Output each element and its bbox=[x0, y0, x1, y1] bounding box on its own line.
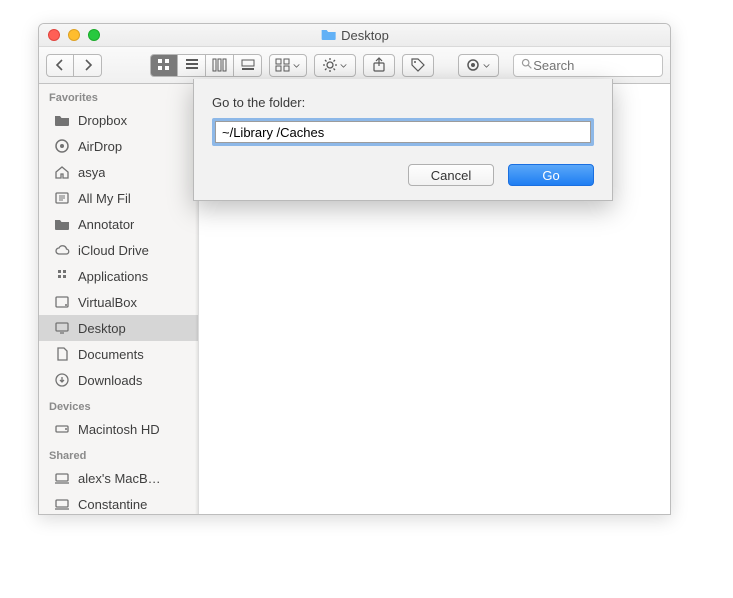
sidebar-item-label: Downloads bbox=[78, 373, 142, 388]
sidebar-item-virtualbox[interactable]: VirtualBox bbox=[39, 289, 198, 315]
section-header-devices: Devices bbox=[39, 393, 198, 416]
forward-button[interactable] bbox=[74, 54, 102, 77]
sidebar-item-allmyfiles[interactable]: All My Fil bbox=[39, 185, 198, 211]
sidebar-item-home[interactable]: asya bbox=[39, 159, 198, 185]
icon-view-button[interactable] bbox=[150, 54, 178, 77]
sidebar-item-desktop[interactable]: Desktop bbox=[39, 315, 198, 341]
sidebar-item-label: Documents bbox=[78, 347, 144, 362]
cloud-icon bbox=[53, 241, 71, 259]
home-icon bbox=[53, 163, 71, 181]
sidebar-item-macintosh-hd[interactable]: Macintosh HD bbox=[39, 416, 198, 442]
allfiles-icon bbox=[53, 189, 71, 207]
sidebar-item-annotator[interactable]: Annotator bbox=[39, 211, 198, 237]
section-header-favorites: Favorites bbox=[39, 84, 198, 107]
view-segment bbox=[150, 54, 262, 77]
column-view-button[interactable] bbox=[206, 54, 234, 77]
sidebar-item-label: Constantine bbox=[78, 497, 147, 512]
finder-window: Desktop Favorites Dropbox AirDr bbox=[38, 23, 671, 515]
folder-icon bbox=[320, 26, 336, 45]
search-input[interactable] bbox=[533, 58, 662, 73]
nav-segment bbox=[46, 54, 102, 77]
computer-icon bbox=[53, 495, 71, 513]
go-to-folder-label: Go to the folder: bbox=[212, 95, 594, 110]
sidebar-item-label: Applications bbox=[78, 269, 148, 284]
sidebar-item-label: Dropbox bbox=[78, 113, 127, 128]
applications-icon bbox=[53, 267, 71, 285]
sidebar-item-label: All My Fil bbox=[78, 191, 131, 206]
sidebar-item-label: alex's MacB… bbox=[78, 471, 161, 486]
back-button[interactable] bbox=[46, 54, 74, 77]
go-button[interactable]: Go bbox=[508, 164, 594, 186]
documents-icon bbox=[53, 345, 71, 363]
sidebar-item-label: Macintosh HD bbox=[78, 422, 160, 437]
sidebar-item-label: iCloud Drive bbox=[78, 243, 149, 258]
window-zoom-button[interactable] bbox=[88, 29, 100, 41]
sidebar-item-shared-constantine[interactable]: Constantine bbox=[39, 491, 198, 514]
sidebar-item-label: VirtualBox bbox=[78, 295, 137, 310]
sidebar-item-label: asya bbox=[78, 165, 105, 180]
sidebar: Favorites Dropbox AirDrop asya All My Fi… bbox=[39, 84, 199, 514]
folder-icon bbox=[53, 215, 71, 233]
cancel-button[interactable]: Cancel bbox=[408, 164, 494, 186]
coverflow-view-button[interactable] bbox=[234, 54, 262, 77]
window-title: Desktop bbox=[341, 28, 389, 43]
airdrop-icon bbox=[53, 137, 71, 155]
action-gear-button[interactable] bbox=[314, 54, 356, 77]
tags-button[interactable] bbox=[402, 54, 434, 77]
section-header-shared: Shared bbox=[39, 442, 198, 465]
disk-icon bbox=[53, 293, 71, 311]
sidebar-item-label: Annotator bbox=[78, 217, 134, 232]
share-button[interactable] bbox=[363, 54, 395, 77]
go-to-folder-input[interactable] bbox=[215, 121, 591, 143]
computer-icon bbox=[53, 469, 71, 487]
window-minimize-button[interactable] bbox=[68, 29, 80, 41]
sidebar-item-shared-alex[interactable]: alex's MacB… bbox=[39, 465, 198, 491]
sidebar-item-dropbox[interactable]: Dropbox bbox=[39, 107, 198, 133]
sidebar-item-icloud[interactable]: iCloud Drive bbox=[39, 237, 198, 263]
go-to-folder-sheet: Go to the folder: Cancel Go bbox=[193, 79, 613, 201]
folder-icon bbox=[53, 111, 71, 129]
titlebar: Desktop bbox=[39, 24, 670, 47]
window-close-button[interactable] bbox=[48, 29, 60, 41]
search-icon bbox=[520, 57, 533, 73]
desktop-icon bbox=[53, 319, 71, 337]
quicklook-button[interactable] bbox=[458, 54, 500, 77]
hdd-icon bbox=[53, 420, 71, 438]
sidebar-item-downloads[interactable]: Downloads bbox=[39, 367, 198, 393]
arrange-button[interactable] bbox=[269, 54, 307, 77]
sidebar-item-documents[interactable]: Documents bbox=[39, 341, 198, 367]
sidebar-item-label: AirDrop bbox=[78, 139, 122, 154]
sidebar-item-applications[interactable]: Applications bbox=[39, 263, 198, 289]
downloads-icon bbox=[53, 371, 71, 389]
sidebar-item-airdrop[interactable]: AirDrop bbox=[39, 133, 198, 159]
list-view-button[interactable] bbox=[178, 54, 206, 77]
search-field[interactable] bbox=[513, 54, 663, 77]
sidebar-item-label: Desktop bbox=[78, 321, 126, 336]
